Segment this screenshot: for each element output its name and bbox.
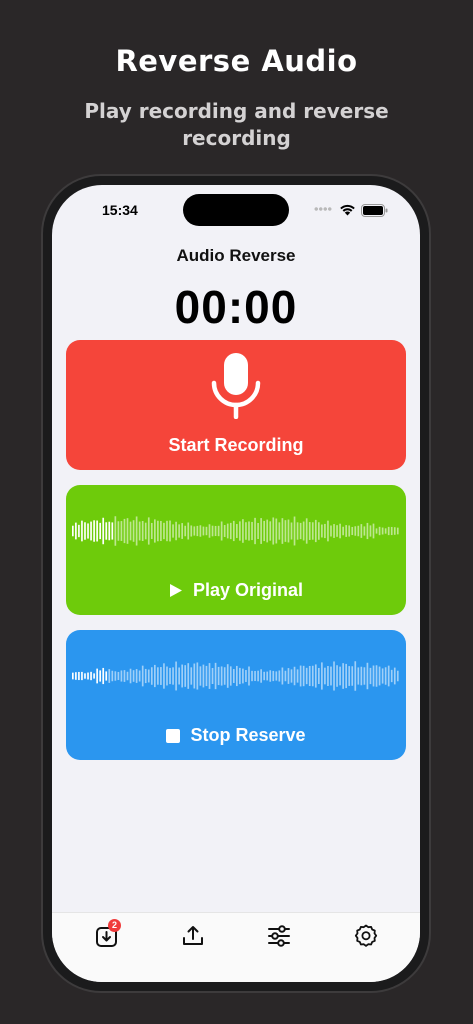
import-badge: 2 <box>108 919 121 932</box>
stop-reverse-label: Stop Reserve <box>66 725 406 746</box>
start-recording-label: Start Recording <box>66 435 406 456</box>
tab-adjustments[interactable] <box>266 923 292 949</box>
app-screen: 15:34 Audio Reverse 00:00 Start Recordin… <box>52 185 420 982</box>
play-original-button[interactable]: Play Original <box>66 485 406 615</box>
settings-icon <box>354 924 378 947</box>
play-original-text: Play Original <box>192 580 304 600</box>
stop-reverse-text: Stop Reserve <box>190 725 306 745</box>
dynamic-island <box>183 194 289 226</box>
promo-subtitle: Play recording and reverse recording <box>84 99 389 150</box>
battery-icon <box>361 204 388 217</box>
promo-title: Reverse Audio <box>115 44 358 78</box>
stop-reverse-button[interactable]: Stop Reserve <box>66 630 406 760</box>
reversed-waveform <box>72 661 399 691</box>
app-title: Audio Reverse <box>176 246 296 265</box>
start-recording-text: Start Recording <box>168 435 304 455</box>
play-original-label: Play Original <box>66 580 406 601</box>
stop-icon <box>166 728 181 743</box>
wifi-icon <box>340 204 355 216</box>
status-time: 15:34 <box>102 202 138 218</box>
tab-share[interactable] <box>180 923 206 949</box>
share-icon <box>183 926 203 945</box>
sliders-icon <box>268 925 290 947</box>
phone-frame: 15:34 Audio Reverse 00:00 Start Recordin… <box>43 176 429 991</box>
tab-settings[interactable] <box>353 923 379 949</box>
cellular-icon <box>314 207 332 211</box>
play-icon <box>169 584 182 597</box>
start-recording-button[interactable]: Start Recording <box>66 340 406 470</box>
microphone-icon <box>211 353 261 419</box>
tab-bar: 2 <box>52 912 420 982</box>
recording-timer: 00:00 <box>174 281 298 333</box>
tab-import[interactable]: 2 <box>94 919 121 949</box>
original-waveform <box>72 516 399 546</box>
